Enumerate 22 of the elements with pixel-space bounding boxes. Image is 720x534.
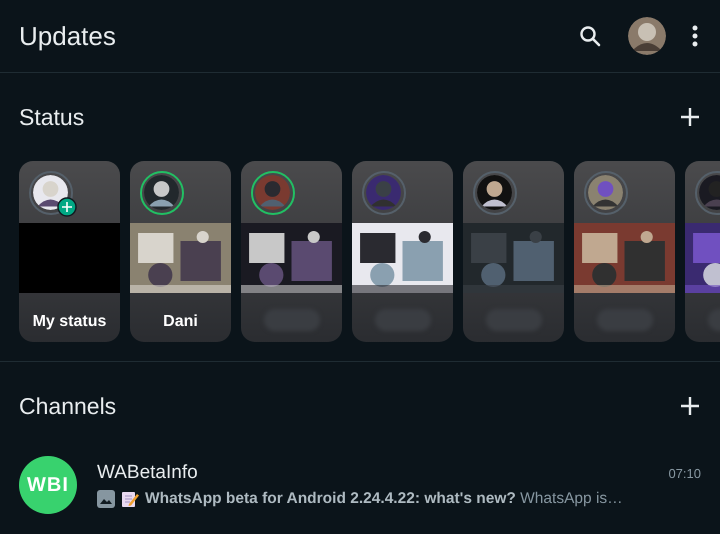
- more-options-icon[interactable]: [692, 25, 698, 47]
- channel-name: WABetaInfo: [97, 462, 198, 484]
- status-card[interactable]: [352, 161, 453, 342]
- search-icon[interactable]: [578, 24, 602, 48]
- message-preview: WhatsApp beta for Android 2.24.4.22: what's new? WhatsApp is…: [145, 490, 623, 508]
- status-card[interactable]: [574, 161, 675, 342]
- status-card[interactable]: [241, 161, 342, 342]
- section-title: Channels: [19, 392, 116, 420]
- status-card[interactable]: Dani: [130, 161, 231, 342]
- add-icon[interactable]: [680, 107, 700, 127]
- add-status-icon[interactable]: [57, 197, 77, 217]
- memo-icon: [121, 490, 139, 508]
- section-title: Status: [19, 104, 84, 130]
- add-icon[interactable]: [680, 396, 700, 416]
- message-time: 07:10: [668, 466, 701, 481]
- channel-row[interactable]: WBI WABetaInfo 07:10 WhatsApp beta for Android 2.24.4.22: what's new? WhatsApp is…: [0, 450, 720, 520]
- status-name: My status: [32, 313, 106, 331]
- image-icon: [97, 490, 115, 508]
- status-name: Dani: [163, 313, 198, 331]
- status-card[interactable]: My status: [19, 161, 120, 342]
- page-title: Updates: [19, 20, 116, 52]
- channel-logo: WBI: [19, 456, 77, 514]
